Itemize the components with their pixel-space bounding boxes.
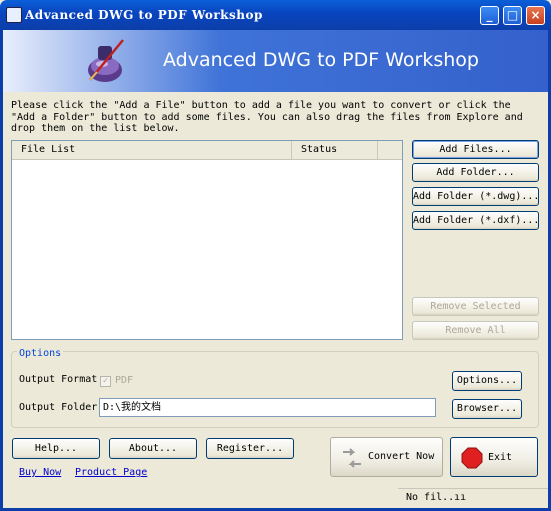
- remove-selected-button[interactable]: Remove Selected: [412, 297, 539, 316]
- convert-now-label: Convert Now: [368, 451, 435, 462]
- convert-now-button[interactable]: Convert Now: [330, 437, 443, 477]
- instructions-text: Please click the "Add a File" button to …: [11, 100, 523, 134]
- status-text: No fil..ıı: [406, 492, 467, 503]
- add-folder-dwg-button[interactable]: Add Folder (*.dwg)...: [412, 187, 539, 206]
- help-button[interactable]: Help...: [12, 438, 100, 459]
- file-list[interactable]: File List Status: [11, 140, 403, 340]
- pdf-checkbox-label: PDF: [115, 375, 134, 386]
- about-button[interactable]: About...: [109, 438, 197, 459]
- app-icon[interactable]: [6, 7, 22, 23]
- exit-label: Exit: [488, 452, 513, 463]
- output-format-label: Output Format: [19, 374, 98, 385]
- register-button[interactable]: Register...: [206, 438, 294, 459]
- add-folder-dxf-button[interactable]: Add Folder (*.dxf)...: [412, 211, 539, 230]
- close-button[interactable]: ×: [526, 6, 545, 25]
- column-header-status[interactable]: Status: [292, 141, 378, 159]
- status-bar: No fil..ıı: [398, 488, 548, 509]
- add-files-button[interactable]: Add Files...: [412, 140, 539, 159]
- browser-button[interactable]: Browser...: [452, 399, 522, 419]
- buy-now-link[interactable]: Buy Now: [19, 467, 61, 478]
- convert-arrows-icon: [343, 448, 361, 468]
- minimize-button[interactable]: _: [480, 6, 499, 25]
- ink-bottle-logo-icon: [88, 39, 124, 82]
- file-list-header: File List Status: [12, 141, 402, 160]
- remove-all-button[interactable]: Remove All: [412, 321, 539, 340]
- product-page-link[interactable]: Product Page: [75, 467, 147, 478]
- exit-button[interactable]: Exit: [450, 437, 538, 477]
- banner-title: Advanced DWG to PDF Workshop: [163, 49, 479, 71]
- maximize-button[interactable]: □: [503, 6, 522, 25]
- stop-sign-icon: [461, 447, 483, 469]
- options-group-label: Options: [17, 348, 64, 359]
- output-folder-label: Output Folder: [19, 402, 98, 413]
- pdf-checkbox[interactable]: ✓: [100, 376, 111, 387]
- column-header-file-list[interactable]: File List: [12, 141, 292, 159]
- add-folder-button[interactable]: Add Folder...: [412, 163, 539, 182]
- output-folder-input[interactable]: D:\我的文档: [99, 398, 436, 417]
- window-title: Advanced DWG to PDF Workshop: [25, 8, 263, 22]
- options-button[interactable]: Options...: [452, 371, 522, 391]
